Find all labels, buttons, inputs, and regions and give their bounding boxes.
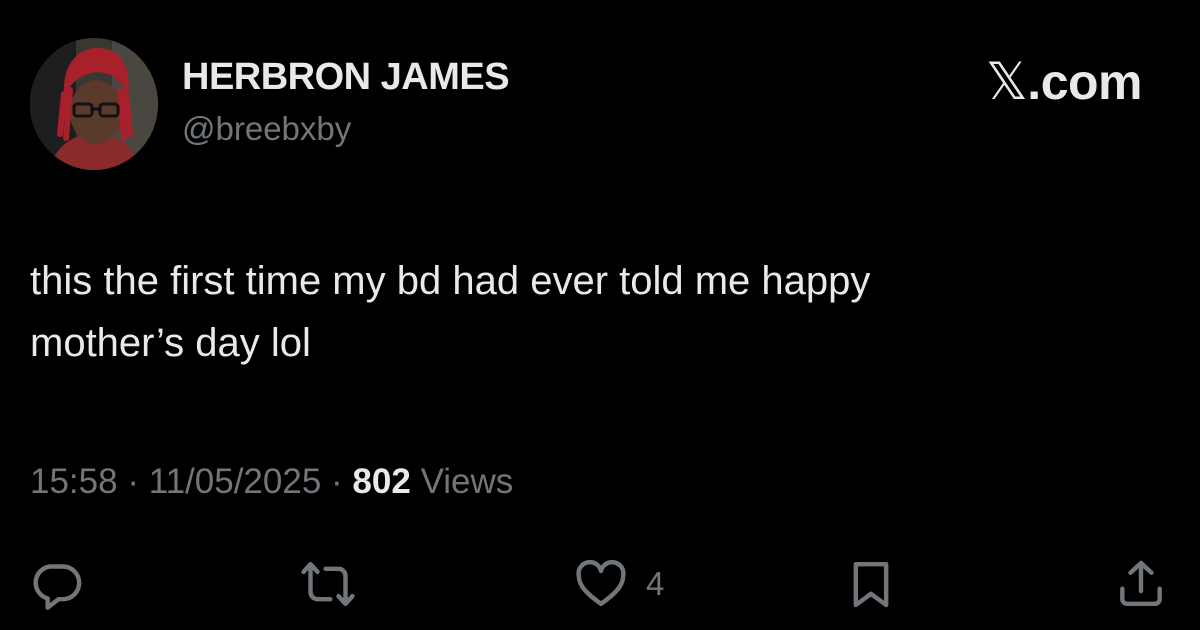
tweet-meta: 15:58 · 11/05/2025 · 802 Views [30,462,513,502]
x-logo-icon: 𝕏 [985,52,1028,112]
brand-domain: .com [1027,54,1142,110]
brand-logo: 𝕏.com [985,52,1143,112]
share-icon [1120,560,1162,607]
heart-icon [576,559,626,607]
like-count: 4 [646,565,665,602]
views-label: Views [420,462,514,501]
repost-button[interactable] [296,556,360,612]
bookmark-button[interactable] [842,556,900,612]
repost-icon [301,561,355,607]
share-button[interactable] [1112,556,1170,612]
tweet-date[interactable]: 11/05/2025 [149,462,322,501]
reply-button[interactable] [28,556,86,612]
avatar-image [30,38,158,170]
meta-separator: · [127,462,139,501]
tweet-text: this the first time my bd had ever told … [30,259,871,365]
tweet-time[interactable]: 15:58 [30,462,118,501]
meta-separator: · [331,462,343,501]
like-button[interactable]: 4 [572,556,664,612]
author-handle[interactable]: @breebxby [182,110,351,148]
action-bar: 4 [0,552,1200,618]
avatar[interactable] [30,38,158,170]
author-display-name[interactable]: HERBRON JAMES [182,56,510,99]
views-count: 802 [352,462,411,501]
bookmark-icon [853,561,889,608]
reply-icon [33,564,82,610]
